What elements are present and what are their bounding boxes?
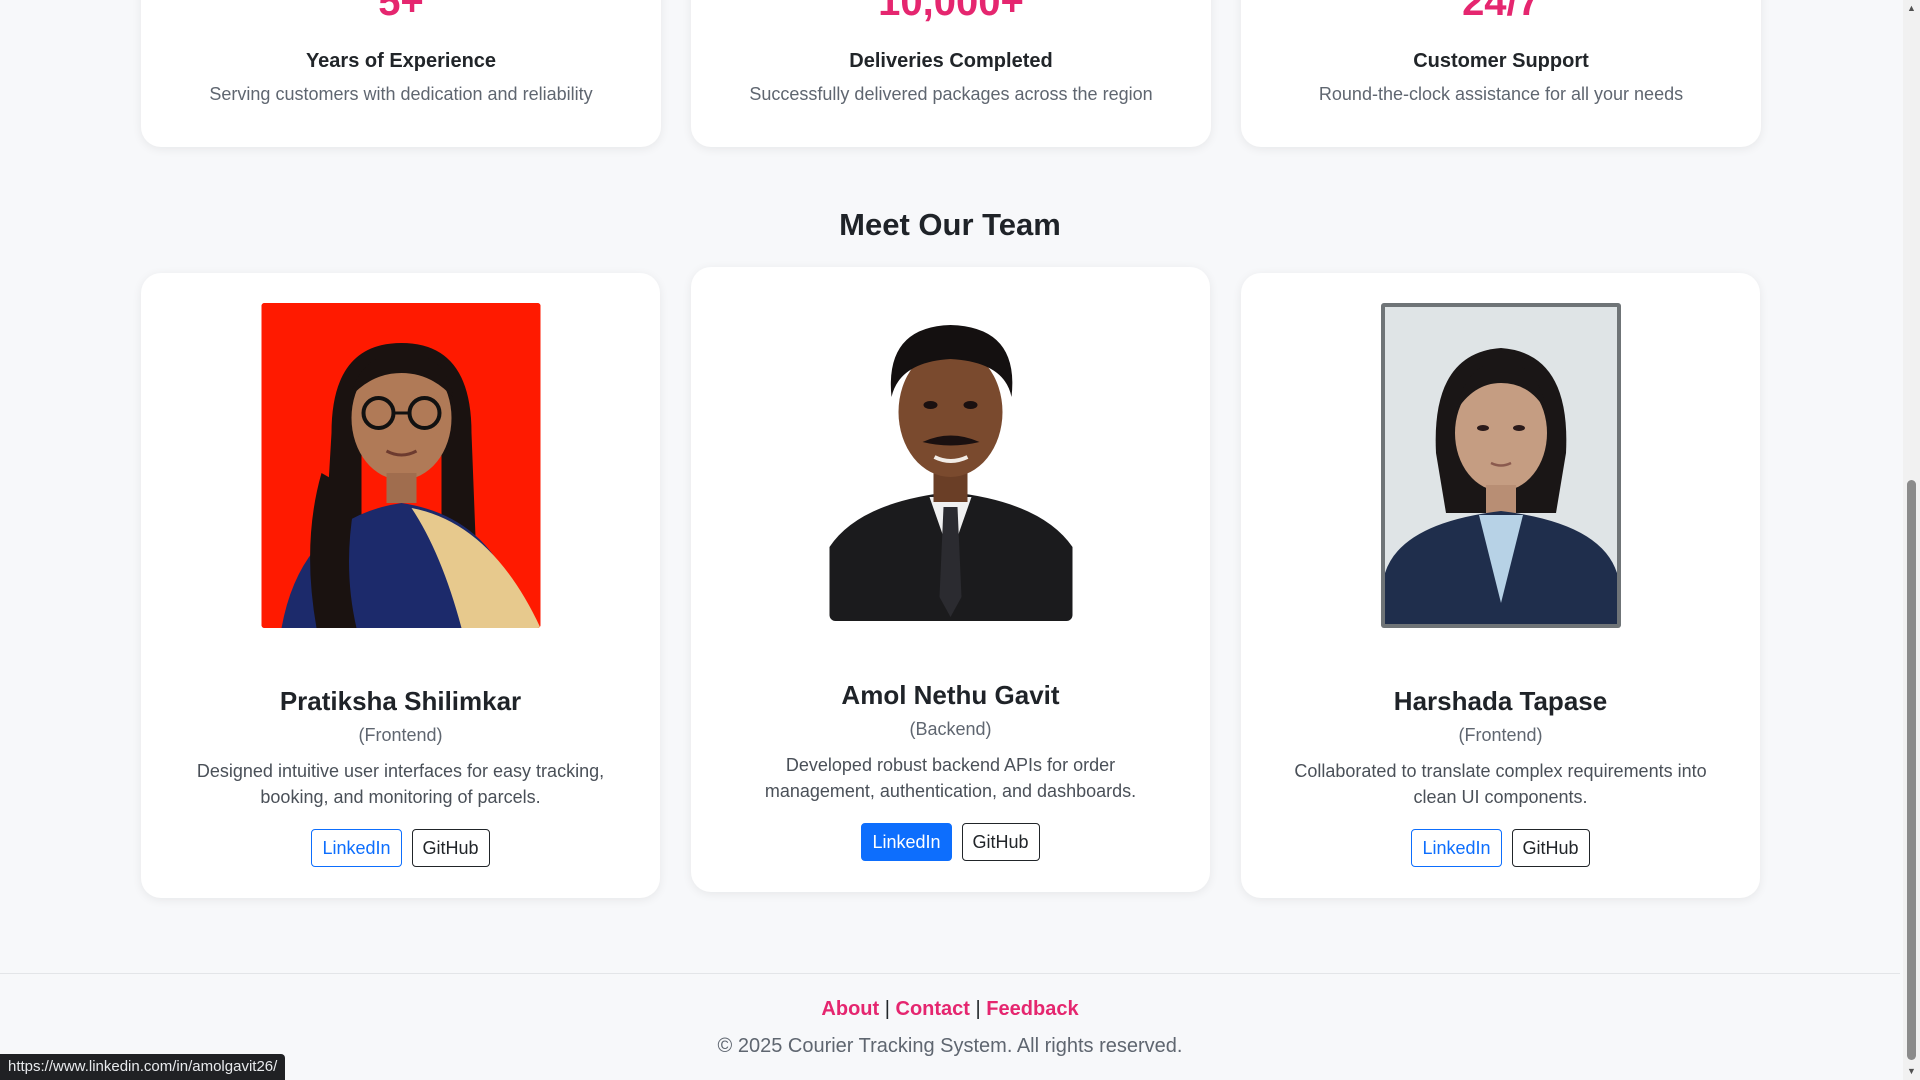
member-name: Harshada Tapase — [1393, 686, 1608, 716]
member-name: Pratiksha Shilimkar — [279, 686, 522, 716]
portrait-image — [829, 297, 1072, 621]
member-role: (Frontend) — [358, 725, 443, 745]
member-role: (Frontend) — [1458, 725, 1543, 745]
scroll-thumb[interactable] — [1907, 480, 1916, 1060]
member-photo — [261, 303, 540, 628]
member-role: (Backend) — [909, 719, 992, 739]
stat-card-support: 24/7 Customer Support Round-the-clock as… — [1241, 0, 1761, 147]
footer-feedback-link[interactable]: Feedback — [986, 998, 1078, 1020]
scroll-up-arrow-icon[interactable]: ▲ — [1903, 0, 1920, 17]
member-photo — [1380, 303, 1621, 628]
stat-desc: Successfully delivered packages across t… — [749, 84, 1153, 104]
footer-separator: | — [975, 998, 981, 1020]
stat-number: 5+ — [378, 0, 424, 24]
member-description: Developed robust backend APIs for order … — [764, 755, 1137, 801]
footer-separator: | — [884, 998, 890, 1020]
portrait-image — [1380, 303, 1621, 628]
member-links: LinkedIn GitHub — [1241, 829, 1760, 867]
footer-links: About | Contact | Feedback — [0, 998, 1900, 1021]
stat-desc: Serving customers with dedication and re… — [209, 84, 593, 104]
linkedin-button[interactable]: LinkedIn — [311, 829, 402, 867]
github-button[interactable]: GitHub — [961, 823, 1040, 861]
page: 5+ Years of Experience Serving customers… — [0, 0, 1920, 1080]
member-description: Collaborated to translate complex requir… — [1294, 761, 1707, 807]
member-name: Amol Nethu Gavit — [841, 680, 1060, 710]
copyright-text: © 2025 Courier Tracking System. All righ… — [717, 1035, 1183, 1057]
team-heading: Meet Our Team — [839, 207, 1061, 242]
member-card-amol: Amol Nethu Gavit (Backend) Developed rob… — [691, 267, 1210, 892]
footer-about-link[interactable]: About — [821, 998, 879, 1020]
github-button[interactable]: GitHub — [411, 829, 490, 867]
stat-card-deliveries: 10,000+ Deliveries Completed Successfull… — [691, 0, 1211, 147]
scroll-down-arrow-icon[interactable]: ▼ — [1903, 1063, 1920, 1080]
stat-title: Customer Support — [1413, 50, 1589, 72]
member-links: LinkedIn GitHub — [691, 823, 1210, 861]
stat-number: 10,000+ — [878, 0, 1024, 24]
stat-desc: Round-the-clock assistance for all your … — [1318, 84, 1684, 104]
linkedin-button[interactable]: LinkedIn — [1411, 829, 1502, 867]
status-url-tooltip: https://www.linkedin.com/in/amolgavit26/ — [0, 1054, 286, 1080]
stat-card-experience: 5+ Years of Experience Serving customers… — [141, 0, 661, 147]
member-card-harshada: Harshada Tapase (Frontend) Collaborated … — [1241, 273, 1760, 898]
footer-divider — [0, 973, 1900, 974]
member-description: Designed intuitive user interfaces for e… — [196, 761, 605, 807]
stats-row: 5+ Years of Experience Serving customers… — [141, 0, 1761, 147]
github-button[interactable]: GitHub — [1511, 829, 1590, 867]
footer-contact-link[interactable]: Contact — [896, 998, 970, 1020]
member-links: LinkedIn GitHub — [141, 829, 660, 867]
member-card-pratiksha: Pratiksha Shilimkar (Frontend) Designed … — [141, 273, 660, 898]
vertical-scrollbar[interactable]: ▲ ▼ — [1903, 0, 1920, 1080]
stat-title: Deliveries Completed — [849, 50, 1053, 72]
linkedin-button[interactable]: LinkedIn — [861, 823, 952, 861]
portrait-image — [261, 303, 540, 628]
stat-title: Years of Experience — [305, 50, 497, 72]
member-photo — [829, 297, 1072, 621]
stat-number: 24/7 — [1462, 0, 1540, 24]
